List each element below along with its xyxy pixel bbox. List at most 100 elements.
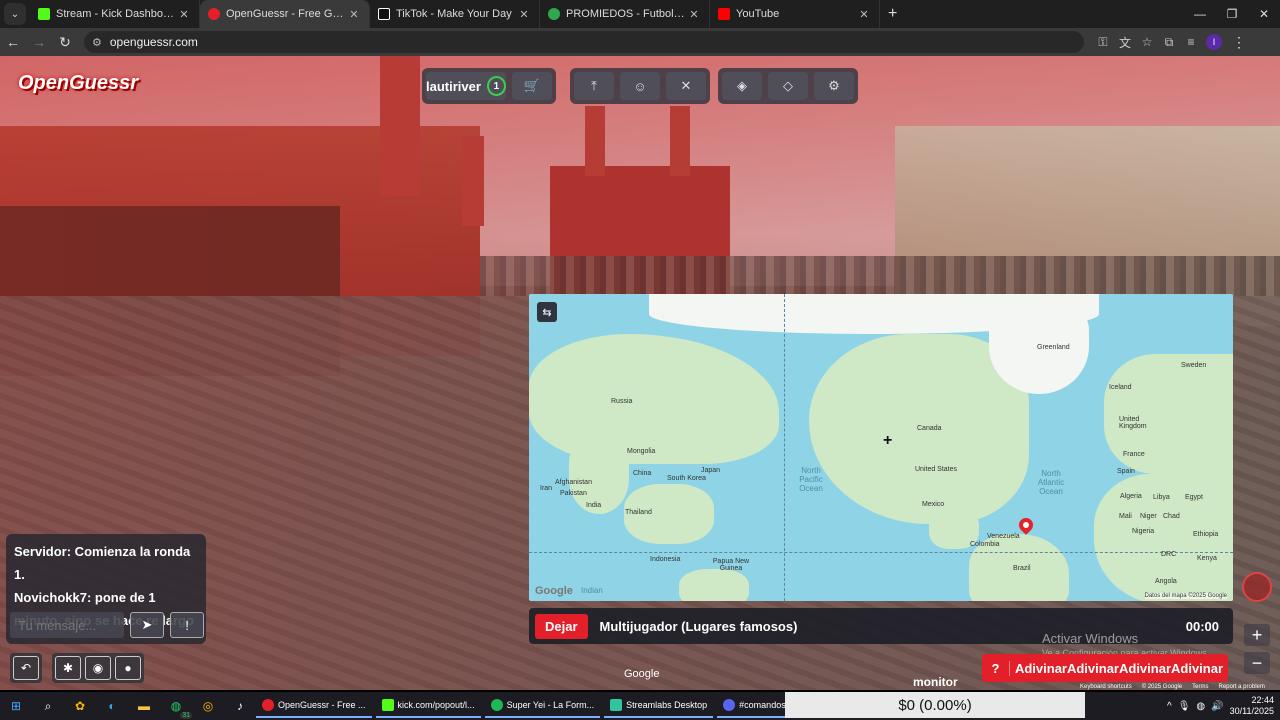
north-pacific-label: North Pacific Ocean	[799, 466, 823, 493]
forward-arrow-icon[interactable]: →	[26, 29, 52, 55]
layers-button[interactable]: ◈	[722, 72, 762, 100]
microphone-icon[interactable]: 🎙	[1178, 701, 1191, 712]
upload-button[interactable]: ⤒	[574, 72, 614, 100]
tab-tiktok[interactable]: TikTok - Make Your Day ✕	[370, 0, 540, 28]
tab-promiedos[interactable]: PROMIEDOS - Futbol Argentino ✕	[540, 0, 710, 28]
map-label-sweden: Sweden	[1181, 362, 1207, 369]
profile-avatar[interactable]: I	[1206, 34, 1222, 50]
chat-expand-button[interactable]: !	[170, 612, 204, 638]
tab-youtube[interactable]: YouTube ✕	[710, 0, 880, 28]
tiktok-icon[interactable]: ♪	[228, 695, 252, 717]
users-icon: ☺	[633, 78, 647, 94]
search-icon[interactable]: ⌕	[36, 695, 60, 717]
volume-icon[interactable]: 🔊	[1211, 701, 1223, 712]
map-pin-icon[interactable]	[1016, 515, 1036, 535]
map-label-iceland: Iceland	[1109, 384, 1132, 391]
taskbar-app-kick[interactable]: kick.com/popout/l...	[375, 694, 481, 718]
discord-button[interactable]: ◉	[85, 656, 111, 680]
user-profile-button[interactable]: lautiriver 1	[426, 72, 506, 100]
street-view-panorama[interactable]: OpenGuessr lautiriver 1 🛒 ⤒ ☺ ✕ ◈ ◇ ⚙ Gr…	[0, 56, 1280, 690]
new-tab-button[interactable]: +	[888, 5, 897, 23]
chrome-icon[interactable]: ◎	[196, 695, 220, 717]
close-icon[interactable]: ✕	[687, 8, 701, 21]
monitor-label: monitor	[913, 675, 958, 689]
openguessr-logo[interactable]: OpenGuessr	[18, 72, 138, 95]
close-window-icon[interactable]: ✕	[1248, 0, 1280, 28]
zoom-out-button[interactable]: −	[1244, 652, 1270, 674]
map-label-drc: DRC	[1161, 551, 1177, 558]
compass-icon[interactable]	[1242, 572, 1272, 602]
tab-title: TikTok - Make Your Day	[396, 8, 512, 20]
close-icon[interactable]: ✕	[857, 8, 871, 21]
windows-start-icon[interactable]: ⊞	[4, 695, 28, 717]
send-icon: ➤	[141, 617, 153, 632]
map-label-china: China	[633, 470, 652, 477]
send-button[interactable]: ➤	[130, 612, 164, 638]
widgets-icon[interactable]: ✿	[68, 695, 92, 717]
help-icon: ?	[982, 660, 1010, 676]
toolbar-settings-group: ◈ ◇ ⚙	[718, 68, 858, 104]
file-explorer-icon[interactable]: ▬	[132, 695, 156, 717]
restore-icon[interactable]: ❐	[1216, 0, 1248, 28]
close-icon[interactable]: ✕	[347, 8, 361, 21]
map-layer-button[interactable]: ◇	[768, 72, 808, 100]
windows-taskbar: ⊞ ⌕ ✿ ◐ ▬ ◍ 31 ◎ ♪ OpenGuessr - Free ... …	[0, 692, 1280, 720]
taskbar-app-spotify[interactable]: Super Yei - La Form...	[484, 694, 601, 718]
edge-icon[interactable]: ◐	[100, 695, 124, 717]
report-group: ✱ ◉ ●	[52, 653, 144, 683]
report-problem-link[interactable]: Report a problem	[1219, 684, 1265, 690]
close-icon[interactable]: ✕	[177, 8, 191, 21]
close-icon[interactable]: ✕	[517, 8, 531, 21]
password-key-icon[interactable]: ⚿	[1092, 31, 1114, 53]
minimize-icon[interactable]: —	[1184, 0, 1216, 28]
reload-icon[interactable]: ↻	[52, 29, 78, 55]
map-label-nigeria: Nigeria	[1132, 528, 1155, 535]
tab-kick-dashboard[interactable]: Stream - Kick Dashboard ✕	[30, 0, 200, 28]
kick-app-icon	[381, 699, 394, 711]
guess-button[interactable]: ? AdivinarAdivinarAdivinarAdivinar	[982, 654, 1228, 682]
spotify-icon	[490, 699, 503, 711]
friends-button[interactable]: ☺	[620, 72, 660, 100]
extensions-icon[interactable]: ⧉	[1158, 31, 1180, 53]
back-arrow-icon[interactable]: ←	[0, 29, 26, 55]
browser-menu-icon[interactable]: ⋮	[1226, 29, 1252, 55]
map-label-egypt: Egypt	[1185, 494, 1203, 501]
guess-map[interactable]: Greenland Iceland Sweden Canada Russia M…	[529, 294, 1233, 601]
tools-button[interactable]: ✕	[666, 72, 706, 100]
crosshair-icon: +	[883, 432, 893, 449]
tab-title: Stream - Kick Dashboard	[56, 8, 177, 20]
upload-icon: ⤒	[591, 78, 597, 93]
url-field[interactable]: ⚙ openguessr.com	[84, 31, 1084, 53]
whatsapp-icon[interactable]: ◍ 31	[164, 695, 192, 719]
tab-openguessr[interactable]: OpenGuessr - Free GeoGuessr ✕	[200, 0, 370, 28]
taskbar-app-openguessr[interactable]: OpenGuessr - Free ...	[256, 694, 372, 718]
chat-message-input[interactable]	[10, 612, 124, 638]
bug-icon: ✱	[62, 661, 74, 675]
taskbar-app-streamlabs[interactable]: Streamlabs Desktop	[604, 694, 714, 718]
shop-cart-button[interactable]: 🛒	[512, 72, 552, 100]
terms-link[interactable]: Terms	[1192, 684, 1208, 690]
tab-search-button[interactable]: ⌄	[4, 3, 26, 25]
clock[interactable]: 22:44 30/11/2025	[1230, 695, 1274, 717]
return-button[interactable]: ↶	[13, 656, 39, 680]
keyboard-shortcuts-link[interactable]: Keyboard shortcuts	[1080, 684, 1132, 690]
media-queue-icon[interactable]: ≡	[1180, 31, 1202, 53]
map-options-button[interactable]: ⇆	[537, 302, 557, 322]
bookmark-star-icon[interactable]: ☆	[1136, 31, 1158, 53]
taskbar-app-label: Super Yei - La Form...	[506, 700, 595, 710]
bug-report-button[interactable]: ✱	[55, 656, 81, 680]
zoom-in-button[interactable]: +	[1244, 624, 1270, 646]
layers-icon: ◈	[737, 78, 747, 93]
settings-button[interactable]: ⚙	[814, 72, 854, 100]
translate-icon[interactable]: 文	[1114, 31, 1136, 53]
reddit-button[interactable]: ●	[115, 656, 141, 680]
chevron-up-icon[interactable]: ^	[1167, 701, 1172, 712]
network-icon[interactable]: ◍	[1196, 701, 1205, 712]
taskbar-app-label: kick.com/popout/l...	[397, 700, 475, 710]
streamlabs-icon	[610, 699, 623, 711]
north-atlantic-label: North Atlantic Ocean	[1037, 469, 1065, 496]
leave-button[interactable]: Dejar	[535, 613, 588, 639]
site-info-icon[interactable]: ⚙	[92, 36, 102, 49]
browser-tab-bar: ⌄ Stream - Kick Dashboard ✕ OpenGuessr -…	[0, 0, 1280, 28]
map-attribution[interactable]: Datos del mapa ©2025 Google	[1144, 593, 1227, 599]
